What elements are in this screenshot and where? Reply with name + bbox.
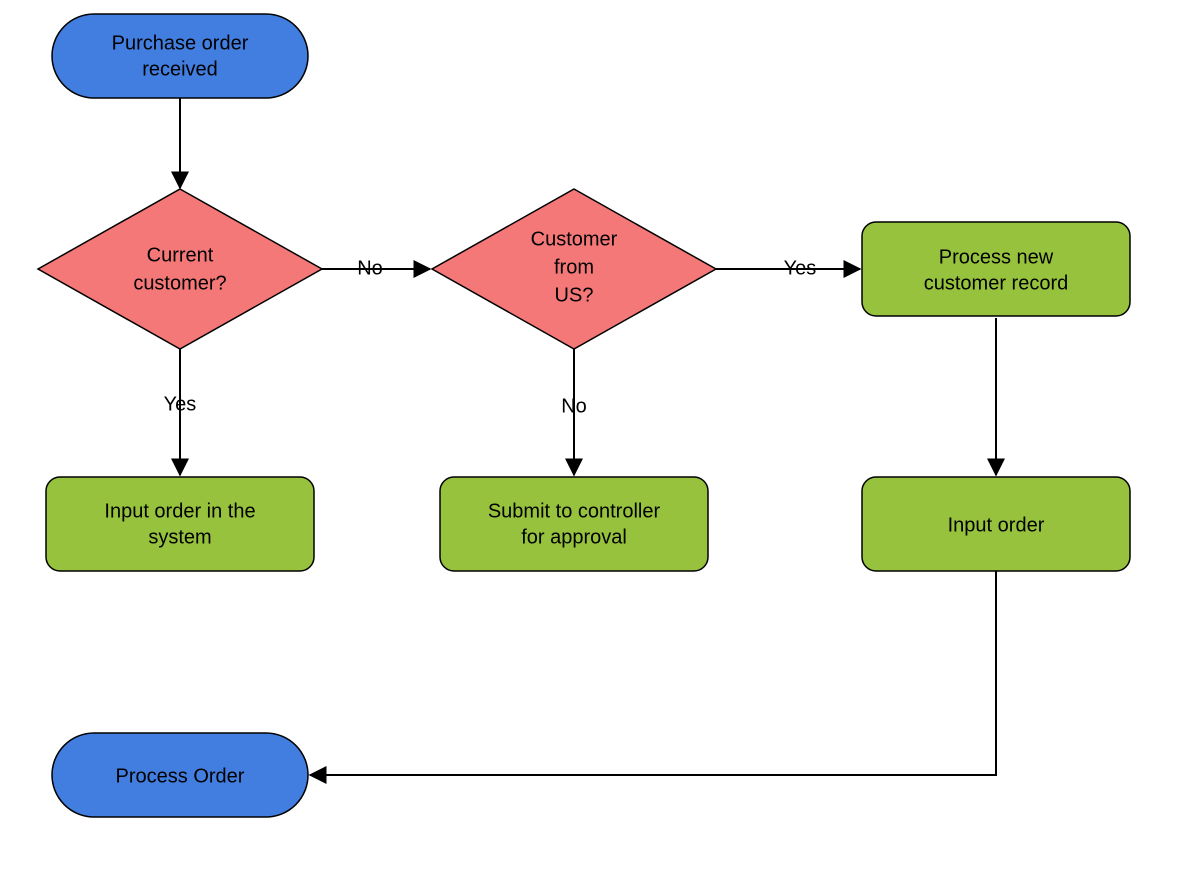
- node-decision2-line1: Customer: [531, 228, 618, 250]
- node-submit-controller-line2: for approval: [521, 526, 627, 548]
- edge-label-no-1: No: [357, 257, 383, 279]
- flowchart-canvas: No Yes Yes No Purchase order received Cu…: [0, 0, 1191, 892]
- node-end-line1: Process Order: [116, 765, 245, 787]
- node-decision2-line3: US?: [555, 284, 594, 306]
- node-start-line1: Purchase order: [112, 32, 249, 54]
- node-input-order-system-line1: Input order in the: [104, 500, 255, 522]
- node-decision1-line1: Current: [147, 244, 214, 266]
- node-input-order-in-system: Input order in the system: [46, 477, 314, 571]
- edge-label-yes-1: Yes: [164, 393, 197, 415]
- node-end-terminator: Process Order: [52, 733, 308, 817]
- node-input-order-line1: Input order: [948, 514, 1045, 536]
- node-start-terminator: Purchase order received: [52, 14, 308, 98]
- node-input-order-system-line2: system: [148, 526, 211, 548]
- edge-label-no-2: No: [561, 395, 587, 417]
- edge-label-yes-2: Yes: [784, 257, 817, 279]
- node-submit-controller-line1: Submit to controller: [488, 500, 661, 522]
- node-process-new-record-line1: Process new: [939, 246, 1054, 268]
- node-decision1-line2: customer?: [133, 272, 226, 294]
- node-input-order: Input order: [862, 477, 1130, 571]
- node-decision-current-customer: Current customer?: [38, 189, 322, 349]
- node-start-line2: received: [142, 58, 218, 80]
- node-decision-customer-from-us: Customer from US?: [432, 189, 716, 349]
- edge-input-order-to-end: [310, 569, 996, 775]
- node-process-new-customer-record: Process new customer record: [862, 222, 1130, 316]
- node-process-new-record-line2: customer record: [924, 272, 1069, 294]
- node-decision2-line2: from: [554, 256, 594, 278]
- node-submit-to-controller: Submit to controller for approval: [440, 477, 708, 571]
